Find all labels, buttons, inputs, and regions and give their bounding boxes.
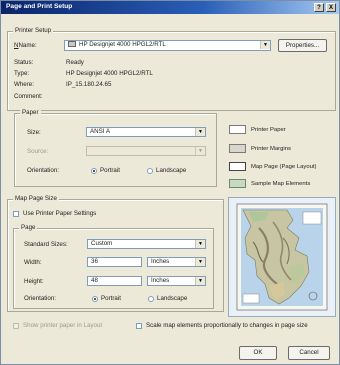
type-label: Type: [14, 70, 30, 77]
status-label: Status: [14, 59, 34, 66]
printer-setup-group-label: Printer Setup [13, 27, 54, 34]
paper-group-label: Paper [20, 109, 41, 116]
page-portrait-radio[interactable] [92, 296, 98, 302]
map-page-swatch [229, 162, 246, 171]
help-button[interactable]: ? [314, 3, 324, 12]
paper-portrait-label[interactable]: Portrait [100, 167, 120, 174]
printer-name-value: HP Designjet 4000 HPGL2/RTL [79, 41, 166, 48]
width-input[interactable]: 36 [87, 257, 142, 267]
page-portrait-label[interactable]: Portrait [101, 295, 121, 302]
chevron-down-icon[interactable]: ▼ [195, 147, 205, 155]
use-printer-settings-checkbox[interactable] [13, 211, 19, 217]
status-value: Ready [66, 59, 84, 66]
type-value: HP Designjet 4000 HPGL2/RTL [66, 70, 153, 77]
map-icon [229, 179, 246, 188]
paper-orientation-label: Orientation: [27, 167, 59, 174]
map-page-size-group-label: Map Page Size [13, 195, 59, 202]
sample-map-preview [229, 198, 335, 316]
close-button[interactable]: X [326, 3, 336, 12]
paper-landscape-radio[interactable] [147, 168, 153, 174]
paper-size-label: Size: [27, 129, 41, 136]
paper-source-label: Source: [27, 148, 49, 155]
chevron-down-icon[interactable]: ▼ [260, 41, 270, 49]
scale-elements-label[interactable]: Scale map elements proportionally to cha… [146, 322, 308, 329]
paper-source-select[interactable]: ▼ [86, 146, 206, 156]
paper-size-select[interactable]: ANSI A ▼ [86, 127, 206, 137]
paper-size-value: ANSI A [90, 128, 110, 135]
standard-sizes-value: Custom [91, 240, 113, 247]
show-printer-paper-checkbox[interactable] [13, 323, 19, 329]
chevron-down-icon[interactable]: ▼ [195, 258, 205, 266]
dialog-title: Page and Print Setup [6, 3, 73, 10]
paper-landscape-label[interactable]: Landscape [156, 167, 186, 174]
height-label: Height: [24, 278, 44, 285]
use-printer-settings-label[interactable]: Use Printer Paper Settings [23, 210, 96, 217]
properties-button[interactable]: Properties... [278, 39, 327, 52]
printer-icon [68, 41, 76, 47]
page-landscape-radio[interactable] [148, 296, 154, 302]
where-label: Where: [14, 81, 34, 88]
standard-sizes-label: Standard Sizes: [24, 241, 68, 248]
height-unit-select[interactable]: Inches ▼ [147, 276, 206, 286]
chevron-down-icon[interactable]: ▼ [195, 128, 205, 136]
layout-preview [228, 197, 336, 317]
map-page-legend: Map Page (Page Layout) [251, 164, 317, 170]
printer-paper-swatch [229, 125, 246, 134]
show-printer-paper-label: Show printer paper in Layout [23, 322, 103, 329]
ok-button[interactable]: OK [239, 346, 277, 360]
standard-sizes-select[interactable]: Custom ▼ [87, 239, 206, 249]
sample-map-legend: Sample Map Elements [251, 181, 311, 187]
chevron-down-icon[interactable]: ▼ [195, 277, 205, 285]
printer-margins-legend: Printer Margins [251, 146, 291, 152]
height-unit-value: Inches [151, 277, 170, 284]
printer-name-label-text: Name: [18, 42, 37, 49]
height-input[interactable]: 48 [87, 276, 142, 286]
page-subgroup-label: Page [19, 224, 38, 231]
width-unit-value: Inches [151, 258, 170, 265]
height-value: 48 [91, 277, 98, 284]
page-orientation-label: Orientation: [24, 295, 56, 302]
comment-label: Comment: [14, 93, 43, 100]
width-unit-select[interactable]: Inches ▼ [147, 257, 206, 267]
width-label: Width: [24, 259, 42, 266]
printer-name-select[interactable]: HP Designjet 4000 HPGL2/RTL ▼ [64, 40, 271, 51]
paper-portrait-radio[interactable] [91, 168, 97, 174]
printer-name-label: NName: [14, 42, 37, 49]
width-value: 36 [91, 258, 98, 265]
chevron-down-icon[interactable]: ▼ [195, 240, 205, 248]
page-print-setup-dialog: Page and Print Setup ? X Printer Setup N… [0, 0, 340, 365]
page-landscape-label[interactable]: Landscape [157, 295, 187, 302]
printer-margins-swatch [229, 144, 246, 153]
scale-elements-checkbox[interactable] [136, 323, 142, 329]
cancel-button[interactable]: Cancel [288, 346, 330, 360]
printer-paper-legend: Printer Paper [251, 127, 286, 133]
where-value: IP_15.180.24.65 [66, 81, 112, 88]
title-bar: Page and Print Setup ? X [1, 1, 339, 14]
